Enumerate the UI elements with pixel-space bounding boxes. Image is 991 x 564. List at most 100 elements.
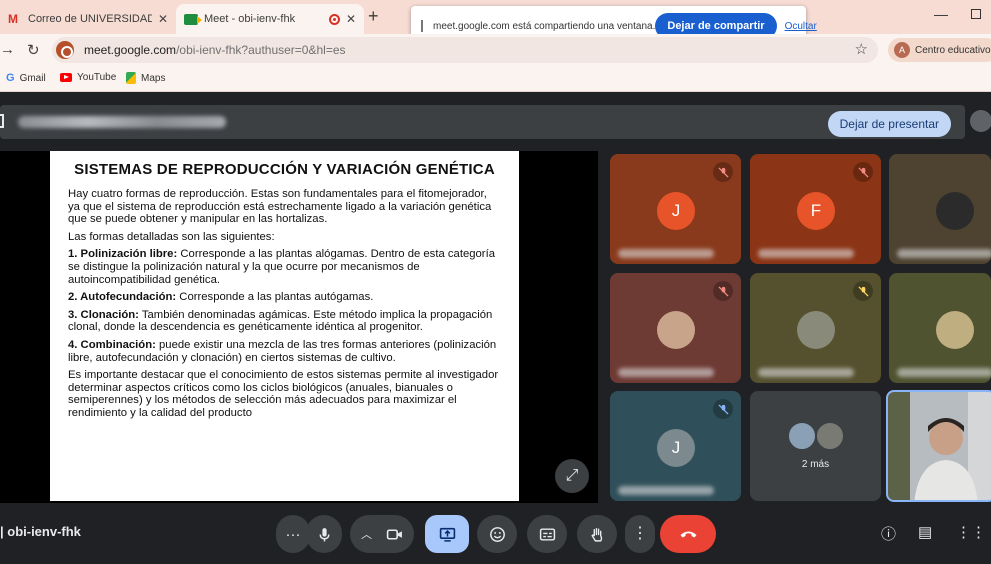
participant-name-redacted [897, 249, 991, 258]
bookmark-maps[interactable]: Maps [126, 72, 165, 84]
muted-mic-icon [853, 281, 873, 301]
slide-item: 1. Polinización libre: Corresponde a las… [68, 248, 495, 286]
avatar: J [657, 192, 695, 230]
bookmark-gmail[interactable]: G Gmail [6, 72, 46, 84]
address-bar[interactable]: meet.google.com/obi-ienv-fhk?authuser=0&… [52, 37, 878, 63]
avatar: A [894, 42, 910, 58]
more-audio-options-button[interactable]: ··· [276, 515, 310, 553]
profile-button[interactable]: A Centro educativo [888, 38, 991, 62]
muted-mic-icon [713, 281, 733, 301]
stop-presenting-button[interactable]: Dejar de presentar [827, 111, 951, 137]
minimize-icon[interactable]: — [934, 6, 948, 22]
captions-button[interactable] [527, 515, 567, 553]
toolbar: → ↻ meet.google.com/obi-ienv-fhk?authuse… [0, 34, 991, 66]
avatar [787, 421, 817, 451]
shared-slide: SISTEMAS DE REPRODUCCIÓN Y VARIACIÓN GEN… [50, 151, 519, 501]
kebab-menu-icon: ⋮ [632, 525, 648, 542]
present-screen-button[interactable] [425, 515, 469, 553]
slide-title: SISTEMAS DE REPRODUCCIÓN Y VARIACIÓN GEN… [74, 161, 495, 178]
google-icon: G [6, 72, 15, 84]
maps-icon [126, 72, 136, 84]
participant-tile[interactable] [750, 273, 881, 383]
expand-icon[interactable]: ⤢ [555, 459, 589, 493]
participant-tile[interactable] [889, 154, 991, 264]
more-participants-tile[interactable]: 2 más [750, 391, 881, 501]
slide-item: 3. Clonación: También denominadas agámic… [68, 308, 493, 334]
reload-icon[interactable]: ↻ [27, 41, 40, 59]
forward-icon[interactable]: → [0, 41, 15, 58]
more-count: 2 más [801, 459, 830, 470]
microphone-button[interactable] [306, 515, 342, 553]
self-view[interactable] [886, 390, 991, 502]
meeting-info-icon[interactable]: ⓘ [881, 523, 896, 544]
tab-title: Correo de UNIVERSIDAD MICH [28, 13, 152, 25]
leave-call-button[interactable] [660, 515, 716, 553]
avatar: F [797, 192, 835, 230]
avatar [936, 192, 974, 230]
meeting-code: | obi-ienv-fhk [0, 524, 81, 539]
participant-name-redacted [758, 368, 854, 377]
participant-tile[interactable] [889, 273, 991, 383]
url-text: meet.google.com/obi-ienv-fhk?authuser=0&… [84, 43, 346, 57]
participants-icon[interactable] [970, 110, 991, 132]
bookmark-youtube[interactable]: YouTube [60, 72, 116, 83]
youtube-icon [60, 73, 72, 82]
maximize-icon[interactable] [971, 9, 981, 19]
avatar [936, 311, 974, 349]
tab-gmail[interactable]: Correo de UNIVERSIDAD MICH ✕ [0, 4, 176, 34]
gmail-icon [8, 12, 22, 26]
reactions-button[interactable] [477, 515, 517, 553]
close-tab-icon[interactable]: ✕ [346, 12, 356, 26]
profile-name: Centro educativo [915, 44, 991, 56]
present-icon [0, 114, 4, 128]
emoji-icon [489, 526, 505, 542]
chevron-up-icon[interactable]: ︿ [361, 526, 372, 542]
captions-icon [539, 527, 555, 541]
hide-link[interactable]: Ocultar [785, 21, 817, 32]
slide-item: 4. Combinación: puede existir una mezcla… [68, 338, 497, 364]
hang-up-icon [680, 531, 696, 538]
raise-hand-button[interactable] [577, 515, 617, 553]
participant-tile[interactable]: J [610, 154, 741, 264]
more-options-button[interactable]: ⋮ [625, 515, 655, 553]
participant-name-redacted [758, 249, 854, 258]
bookmark-star-icon[interactable]: ☆ [855, 40, 868, 58]
self-camera-feed [888, 392, 991, 500]
camera-button[interactable]: ︿ [350, 515, 414, 553]
slide-item: 2. Autofecundación: Corresponde a las pl… [68, 291, 374, 304]
meet-window: Dejar de presentar SISTEMAS DE REPRODUCC… [0, 93, 991, 564]
tab-title: Meet - obi-ienv-fhk [204, 13, 296, 25]
present-icon [439, 527, 455, 542]
participant-tile[interactable]: J [610, 391, 741, 501]
screen: Correo de UNIVERSIDAD MICH ✕ Meet - obi-… [0, 0, 991, 564]
participant-tile[interactable] [610, 273, 741, 383]
participant-name-redacted [618, 486, 714, 495]
ellipsis-icon: ··· [285, 525, 301, 543]
participant-name-redacted [897, 368, 991, 377]
avatar [657, 311, 695, 349]
avatar [815, 421, 845, 451]
tab-meet[interactable]: Meet - obi-ienv-fhk ✕ [176, 4, 364, 34]
participant-name-redacted [618, 249, 714, 258]
close-tab-icon[interactable]: ✕ [158, 12, 168, 26]
new-tab-button[interactable]: + [368, 6, 379, 27]
muted-mic-icon [853, 162, 873, 182]
presenting-header: Dejar de presentar [0, 105, 965, 139]
participant-name-redacted [618, 368, 714, 377]
slide-lead: Las formas detalladas son las siguientes… [68, 230, 275, 243]
site-info-icon[interactable] [56, 41, 74, 59]
presentation-stage: SISTEMAS DE REPRODUCCIÓN Y VARIACIÓN GEN… [0, 151, 598, 503]
camera-icon [386, 528, 402, 540]
hand-icon [590, 527, 602, 542]
apps-grid-icon[interactable]: ⋮⋮⋮ [956, 523, 991, 541]
chat-icon[interactable]: ▤ [918, 523, 932, 541]
avatar [797, 311, 835, 349]
participant-tile[interactable]: F [750, 154, 881, 264]
meet-icon [184, 13, 202, 25]
avatar: J [657, 429, 695, 467]
call-controls: | obi-ienv-fhk ··· ︿ ⋮ ⓘ ▤ ⋮⋮ [0, 511, 991, 557]
slide-closing: Es importante destacar que el conocimien… [68, 369, 499, 419]
microphone-icon [319, 527, 329, 541]
drag-handle-icon[interactable] [421, 20, 423, 32]
recording-indicator-icon [328, 13, 340, 25]
